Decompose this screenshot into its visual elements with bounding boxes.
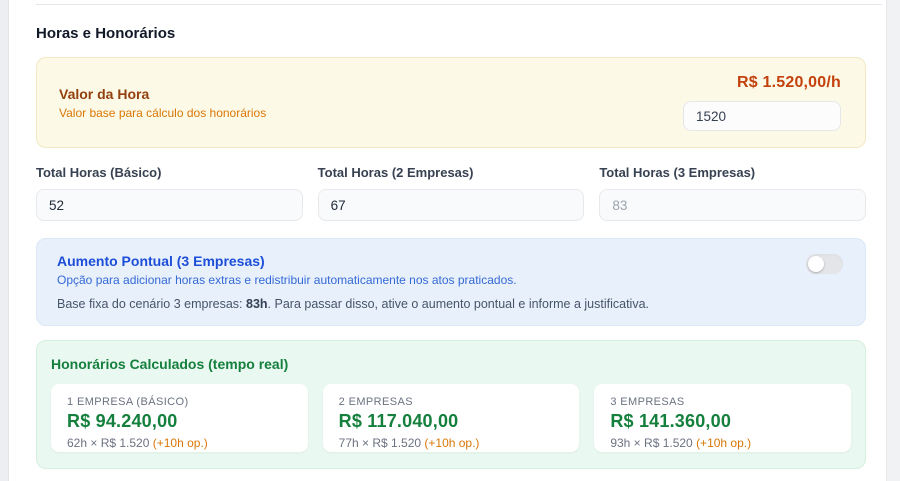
hour-rate-title: Valor da Hora — [59, 86, 266, 102]
fee-card-extra-hours: (+10h op.) — [424, 436, 479, 450]
punctual-increase-panel: Aumento Pontual (3 Empresas) Opção para … — [36, 238, 866, 326]
base-hours-bold: 83h — [246, 297, 268, 311]
hours-field-3-companies: Total Horas (3 Empresas) — [599, 165, 866, 221]
top-divider — [36, 4, 882, 5]
fee-card-extra-hours: (+10h op.) — [153, 436, 208, 450]
hours-field-2-companies: Total Horas (2 Empresas) — [318, 165, 585, 221]
fee-card-formula: 93h × R$ 1.520 (+10h op.) — [610, 436, 835, 450]
fee-card-extra-hours: (+10h op.) — [696, 436, 751, 450]
section-title: Horas e Honorários — [36, 25, 882, 42]
fee-card-label: 3 EMPRESAS — [610, 396, 835, 408]
fee-card-label: 1 EMPRESA (BÁSICO) — [67, 396, 292, 408]
hours-basic-input[interactable] — [36, 189, 303, 221]
fee-card-amount: R$ 141.360,00 — [610, 411, 835, 432]
calculated-fees-panel: Honorários Calculados (tempo real) 1 EMP… — [36, 340, 866, 469]
hour-rate-panel: Valor da Hora Valor base para cálculo do… — [36, 57, 866, 148]
fee-card-formula: 62h × R$ 1.520 (+10h op.) — [67, 436, 292, 450]
left-page-edge — [0, 0, 9, 481]
toggle-knob-icon — [808, 256, 824, 272]
fee-card-formula: 77h × R$ 1.520 (+10h op.) — [339, 436, 564, 450]
fee-card-3-companies: 3 EMPRESAS R$ 141.360,00 93h × R$ 1.520 … — [594, 384, 851, 452]
hours-2-companies-input[interactable] — [318, 189, 585, 221]
fee-card-label: 2 EMPRESAS — [339, 396, 564, 408]
fees-cards-row: 1 EMPRESA (BÁSICO) R$ 94.240,00 62h × R$… — [51, 384, 851, 452]
fee-card-amount: R$ 117.040,00 — [339, 411, 564, 432]
punctual-increase-note: Base fixa do cenário 3 empresas: 83h. Pa… — [57, 297, 845, 312]
hour-rate-subtitle: Valor base para cálculo dos honorários — [59, 106, 266, 120]
punctual-increase-description: Opção para adicionar horas extras e redi… — [57, 273, 845, 287]
hours-3-companies-label: Total Horas (3 Empresas) — [599, 165, 866, 180]
punctual-increase-toggle[interactable] — [806, 254, 843, 274]
punctual-increase-title: Aumento Pontual (3 Empresas) — [57, 253, 845, 269]
vertical-scrollbar[interactable] — [886, 0, 900, 481]
hours-2-companies-label: Total Horas (2 Empresas) — [318, 165, 585, 180]
hour-rate-input[interactable] — [683, 101, 841, 131]
hour-rate-text: Valor da Hora Valor base para cálculo do… — [59, 86, 266, 120]
hours-fees-section: Horas e Honorários Valor da Hora Valor b… — [36, 0, 882, 481]
fee-card-2-companies: 2 EMPRESAS R$ 117.040,00 77h × R$ 1.520 … — [323, 384, 580, 452]
hours-field-basic: Total Horas (Básico) — [36, 165, 303, 221]
hours-basic-label: Total Horas (Básico) — [36, 165, 303, 180]
hours-3-companies-input — [599, 189, 866, 221]
calculated-fees-title: Honorários Calculados (tempo real) — [51, 356, 851, 372]
fee-card-amount: R$ 94.240,00 — [67, 411, 292, 432]
hours-fields-row: Total Horas (Básico) Total Horas (2 Empr… — [36, 165, 866, 221]
hour-rate-display: R$ 1.520,00/h — [737, 74, 841, 92]
hour-rate-value-block: R$ 1.520,00/h — [683, 74, 841, 131]
fee-card-1-company: 1 EMPRESA (BÁSICO) R$ 94.240,00 62h × R$… — [51, 384, 308, 452]
